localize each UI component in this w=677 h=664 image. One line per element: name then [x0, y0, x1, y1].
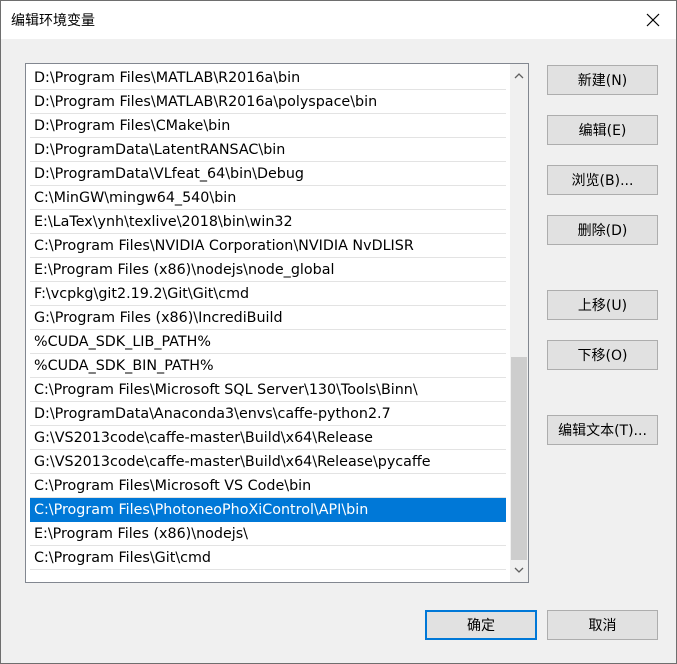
path-list-item[interactable]: G:\VS2013code\caffe-master\Build\x64\Rel… [30, 450, 506, 474]
title-bar: 编辑环境变量 [1, 1, 676, 39]
path-list-item[interactable]: D:\ProgramData\VLfeat_64\bin\Debug [30, 162, 506, 186]
path-list-item[interactable]: D:\Program Files\CMake\bin [30, 114, 506, 138]
new-button[interactable]: 新建(N) [547, 65, 658, 95]
ok-button[interactable]: 确定 [425, 610, 537, 640]
path-list-item[interactable]: D:\ProgramData\Anaconda3\envs\caffe-pyth… [30, 402, 506, 426]
path-list-item[interactable]: D:\Program Files\MATLAB\R2016a\polyspace… [30, 90, 506, 114]
delete-button[interactable]: 删除(D) [547, 215, 658, 245]
path-list-item[interactable]: %CUDA_SDK_BIN_PATH% [30, 354, 506, 378]
path-list-item[interactable]: G:\VS2013code\caffe-master\Build\x64\Rel… [30, 426, 506, 450]
browse-button[interactable]: 浏览(B)... [547, 165, 658, 195]
path-list-item[interactable]: E:\Program Files (x86)\nodejs\node_globa… [30, 258, 506, 282]
chevron-up-icon [514, 73, 524, 79]
path-list: D:\Program Files\MATLAB\R2016a\bin D:\Pro… [30, 66, 506, 570]
path-list-item[interactable]: C:\Program Files\Microsoft SQL Server\13… [30, 378, 506, 402]
path-list-item[interactable]: C:\Program Files\Git\cmd [30, 546, 506, 570]
move-down-button[interactable]: 下移(O) [547, 340, 658, 370]
cancel-button[interactable]: 取消 [547, 610, 658, 640]
vertical-scrollbar[interactable] [510, 64, 528, 582]
path-list-item[interactable]: E:\Program Files (x86)\nodejs\ [30, 522, 506, 546]
path-list-item[interactable]: C:\Program Files\Microsoft VS Code\bin [30, 474, 506, 498]
path-list-item[interactable]: D:\ProgramData\LatentRANSAC\bin [30, 138, 506, 162]
close-button[interactable] [630, 1, 676, 39]
scroll-up-button[interactable] [510, 67, 528, 85]
path-list-item[interactable]: C:\Program Files\PhotoneoPhoXiControl\AP… [30, 498, 506, 522]
path-listbox[interactable]: D:\Program Files\MATLAB\R2016a\bin D:\Pro… [25, 63, 529, 583]
path-list-item[interactable]: %CUDA_SDK_LIB_PATH% [30, 330, 506, 354]
scroll-thumb[interactable] [511, 357, 527, 560]
move-up-button[interactable]: 上移(U) [547, 290, 658, 320]
close-icon [646, 13, 660, 27]
path-list-item[interactable]: G:\Program Files (x86)\IncrediBuild [30, 306, 506, 330]
path-list-item[interactable]: F:\vcpkg\git2.19.2\Git\Git\cmd [30, 282, 506, 306]
chevron-down-icon [514, 567, 524, 573]
window-title: 编辑环境变量 [11, 13, 95, 29]
path-list-item[interactable]: C:\MinGW\mingw64_540\bin [30, 186, 506, 210]
path-list-item[interactable]: E:\LaTex\ynh\texlive\2018\bin\win32 [30, 210, 506, 234]
edit-env-var-dialog: 编辑环境变量 D:\Program Files\MATLAB\R2016a\bi… [0, 0, 677, 664]
path-list-item[interactable]: C:\Program Files\NVIDIA Corporation\NVID… [30, 234, 506, 258]
edit-button[interactable]: 编辑(E) [547, 115, 658, 145]
path-list-item[interactable]: D:\Program Files\MATLAB\R2016a\bin [30, 66, 506, 90]
scroll-down-button[interactable] [510, 561, 528, 579]
edit-text-button[interactable]: 编辑文本(T)... [547, 415, 658, 445]
